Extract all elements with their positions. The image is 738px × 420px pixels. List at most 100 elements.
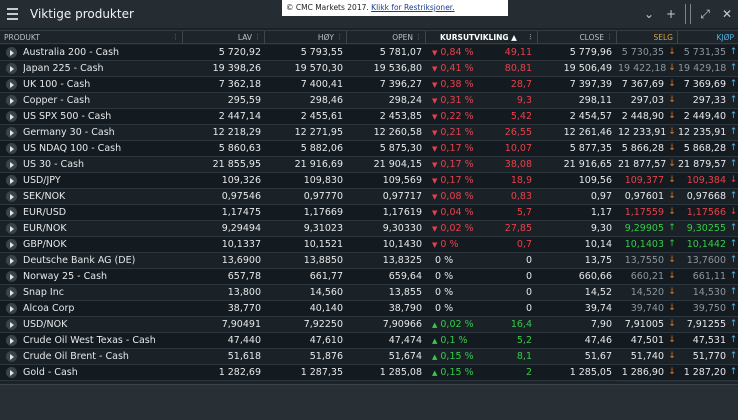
expand-row-icon[interactable] xyxy=(6,111,17,122)
table-row[interactable]: Crude Oil West Texas - Cash 47,440 47,61… xyxy=(0,333,738,349)
product-name[interactable]: US 30 - Cash xyxy=(23,157,181,172)
sell-price[interactable]: 109,377 xyxy=(618,173,666,188)
buy-price[interactable]: 7 369,69 xyxy=(678,77,728,92)
product-name[interactable]: Alcoa Corp xyxy=(23,301,181,316)
product-name[interactable]: UK 100 - Cash xyxy=(23,77,181,92)
table-row[interactable]: US NDAQ 100 - Cash 5 860,63 5 882,06 5 8… xyxy=(0,141,738,157)
table-row[interactable]: Alcoa Corp 38,770 40,140 38,790 0 % 0 39… xyxy=(0,301,738,317)
product-name[interactable]: Japan 225 - Cash xyxy=(23,61,181,76)
column-header-open[interactable]: OPEN ⋮ xyxy=(347,31,426,44)
table-row[interactable]: Snap Inc 13,800 14,560 13,855 0 % 0 14,5… xyxy=(0,285,738,301)
hamburger-menu-icon[interactable] xyxy=(0,0,24,28)
buy-price[interactable]: 13,7600 xyxy=(678,253,728,268)
table-row[interactable]: Norway 25 - Cash 657,78 661,77 659,64 0 … xyxy=(0,269,738,285)
product-name[interactable]: GBP/NOK xyxy=(23,237,181,252)
column-header-buy[interactable]: KJØP xyxy=(678,31,738,44)
column-header-low[interactable]: LAV ⋮ xyxy=(183,31,265,44)
buy-price[interactable]: 10,1442 xyxy=(678,237,728,252)
buy-price[interactable]: 109,384 xyxy=(678,173,728,188)
expand-row-icon[interactable] xyxy=(6,207,17,218)
product-name[interactable]: US SPX 500 - Cash xyxy=(23,109,181,124)
product-name[interactable]: Copper - Cash xyxy=(23,93,181,108)
product-name[interactable]: Norway 25 - Cash xyxy=(23,269,181,284)
buy-price[interactable]: 5 868,28 xyxy=(678,141,728,156)
expand-row-icon[interactable] xyxy=(6,223,17,234)
sell-price[interactable]: 297,03 xyxy=(618,93,666,108)
restrictions-link[interactable]: Klikk for Restriksjoner. xyxy=(371,3,454,12)
product-name[interactable]: EUR/USD xyxy=(23,205,181,220)
product-name[interactable]: EUR/NOK xyxy=(23,221,181,236)
sell-price[interactable]: 2 448,90 xyxy=(618,109,666,124)
sell-price[interactable]: 12 233,91 xyxy=(618,125,666,140)
product-name[interactable]: Gold - Cash xyxy=(23,365,181,380)
chevron-down-icon[interactable]: ⌄ xyxy=(638,0,660,28)
expand-icon[interactable]: ⤢ xyxy=(694,0,716,28)
buy-price[interactable]: 1 287,20 xyxy=(678,365,728,380)
expand-row-icon[interactable] xyxy=(6,95,17,106)
product-name[interactable]: Snap Inc xyxy=(23,285,181,300)
sell-price[interactable]: 1 286,90 xyxy=(618,365,666,380)
sell-price[interactable]: 10,1403 xyxy=(618,237,666,252)
product-name[interactable]: Australia 200 - Cash xyxy=(23,45,181,60)
table-row[interactable]: GBP/NOK 10,1337 10,1521 10,1430 ▼ 0 % 0,7… xyxy=(0,237,738,253)
product-name[interactable]: Deutsche Bank AG (DE) xyxy=(23,253,181,268)
table-row[interactable]: Japan 225 - Cash 19 398,26 19 570,30 19 … xyxy=(0,61,738,77)
buy-price[interactable]: 661,11 xyxy=(678,269,728,284)
table-row[interactable]: USD/NOK 7,90491 7,92250 7,90966 ▲ 0,02 % … xyxy=(0,317,738,333)
table-row[interactable]: SEK/NOK 0,97546 0,97770 0,97717 ▼ 0,08 % … xyxy=(0,189,738,205)
scroll-handle[interactable] xyxy=(682,0,694,28)
close-icon[interactable]: ✕ xyxy=(716,0,738,28)
column-header-close[interactable]: CLOSE ⋮ xyxy=(538,31,617,44)
sell-price[interactable]: 14,520 xyxy=(618,285,666,300)
buy-price[interactable]: 21 879,57 xyxy=(678,157,728,172)
table-row[interactable]: USD/JPY 109,326 109,830 109,569 ▼ 0,17 % … xyxy=(0,173,738,189)
sell-price[interactable]: 39,740 xyxy=(618,301,666,316)
buy-price[interactable]: 297,33 xyxy=(678,93,728,108)
expand-row-icon[interactable] xyxy=(6,351,17,362)
expand-row-icon[interactable] xyxy=(6,255,17,266)
product-name[interactable]: SEK/NOK xyxy=(23,189,181,204)
sell-price[interactable]: 7 367,69 xyxy=(618,77,666,92)
column-header-sell[interactable]: SELG xyxy=(617,31,678,44)
buy-price[interactable]: 39,750 xyxy=(678,301,728,316)
table-row[interactable]: US SPX 500 - Cash 2 447,14 2 455,61 2 45… xyxy=(0,109,738,125)
table-row[interactable]: UK 100 - Cash 7 362,18 7 400,41 7 396,27… xyxy=(0,77,738,93)
add-icon[interactable]: + xyxy=(660,0,682,28)
product-name[interactable]: Crude Oil Brent - Cash xyxy=(23,349,181,364)
expand-row-icon[interactable] xyxy=(6,175,17,186)
expand-row-icon[interactable] xyxy=(6,63,17,74)
sell-price[interactable]: 0,97601 xyxy=(618,189,666,204)
sell-price[interactable]: 51,740 xyxy=(618,349,666,364)
table-row[interactable]: Germany 30 - Cash 12 218,29 12 271,95 12… xyxy=(0,125,738,141)
sell-price[interactable]: 5 866,28 xyxy=(618,141,666,156)
sell-price[interactable]: 47,501 xyxy=(618,333,666,348)
table-row[interactable]: US 30 - Cash 21 855,95 21 916,69 21 904,… xyxy=(0,157,738,173)
table-row[interactable]: EUR/USD 1,17475 1,17669 1,17619 ▼ 0,04 % … xyxy=(0,205,738,221)
table-row[interactable]: EUR/NOK 9,29494 9,31023 9,30330 ▼ 0,02 % … xyxy=(0,221,738,237)
product-name[interactable]: USD/JPY xyxy=(23,173,181,188)
sell-price[interactable]: 19 422,18 xyxy=(618,61,666,76)
expand-row-icon[interactable] xyxy=(6,143,17,154)
expand-row-icon[interactable] xyxy=(6,191,17,202)
table-row[interactable]: Crude Oil Brent - Cash 51,618 51,876 51,… xyxy=(0,349,738,365)
expand-row-icon[interactable] xyxy=(6,47,17,58)
sell-price[interactable]: 5 730,35 xyxy=(618,45,666,60)
buy-price[interactable]: 14,530 xyxy=(678,285,728,300)
table-row[interactable]: Australia 200 - Cash 5 720,92 5 793,55 5… xyxy=(0,45,738,61)
product-name[interactable]: Crude Oil West Texas - Cash xyxy=(23,333,181,348)
expand-row-icon[interactable] xyxy=(6,159,17,170)
expand-row-icon[interactable] xyxy=(6,127,17,138)
buy-price[interactable]: 2 449,40 xyxy=(678,109,728,124)
expand-row-icon[interactable] xyxy=(6,287,17,298)
table-row[interactable]: Gold - Cash 1 282,69 1 287,35 1 285,08 ▲… xyxy=(0,365,738,381)
buy-price[interactable]: 12 235,91 xyxy=(678,125,728,140)
sell-price[interactable]: 7,91005 xyxy=(618,317,666,332)
buy-price[interactable]: 51,770 xyxy=(678,349,728,364)
table-row[interactable]: Copper - Cash 295,59 298,46 298,24 ▼ 0,31… xyxy=(0,93,738,109)
column-header-high[interactable]: HØY ⋮ xyxy=(265,31,347,44)
product-name[interactable]: USD/NOK xyxy=(23,317,181,332)
buy-price[interactable]: 5 731,35 xyxy=(678,45,728,60)
expand-row-icon[interactable] xyxy=(6,367,17,378)
buy-price[interactable]: 9,30255 xyxy=(678,221,728,236)
expand-row-icon[interactable] xyxy=(6,303,17,314)
